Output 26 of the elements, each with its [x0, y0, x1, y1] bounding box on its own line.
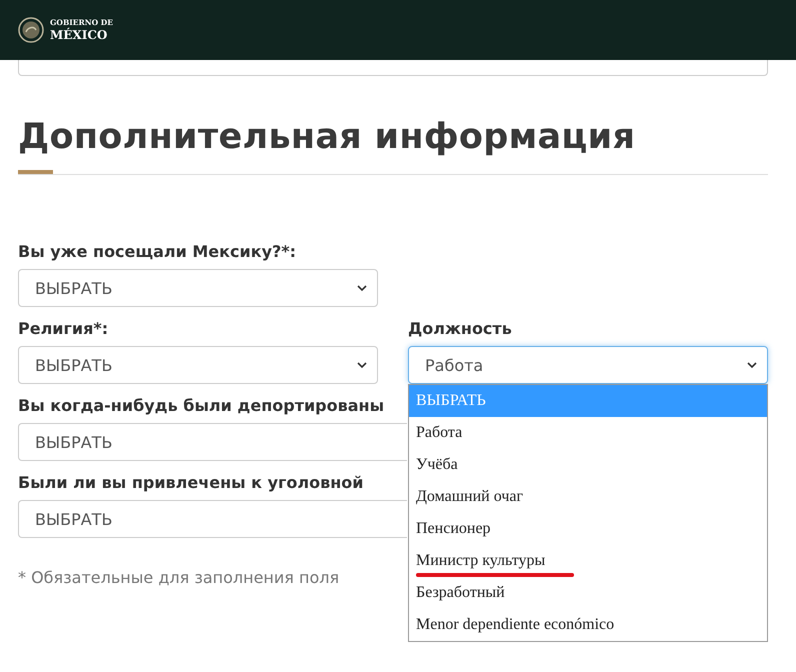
logo-title: MÉXICO — [50, 28, 108, 41]
dropdown-option[interactable]: Безработный — [409, 577, 767, 609]
select-field[interactable]: ВЫБРАТЬ — [18, 346, 378, 384]
select-field[interactable]: ВЫБРАТЬ — [18, 500, 407, 538]
field-label: Должность — [408, 319, 512, 339]
dropdown-option[interactable]: Министр культуры — [409, 545, 767, 577]
dropdown-option[interactable]: Пенсионер — [409, 513, 767, 545]
chevron-down-icon — [357, 362, 367, 368]
accent-bar — [18, 170, 53, 174]
chevron-down-icon — [747, 362, 757, 368]
select-field[interactable]: ВЫБРАТЬ — [18, 423, 407, 461]
field-label: Религия*: — [18, 319, 108, 339]
select-field[interactable]: ВЫБРАТЬ — [18, 269, 378, 307]
field-label: Вы когда-нибудь были депортированы — [18, 396, 384, 416]
dropdown-option[interactable]: Учёба — [409, 449, 767, 481]
dropdown-option[interactable]: Домашний очаг — [409, 481, 767, 513]
section-title: Дополнительная информация — [18, 116, 636, 158]
field-label: Были ли вы привлечены к уголовной — [18, 473, 364, 493]
field-label: Вы уже посещали Мексику?*: — [18, 242, 296, 262]
select-field[interactable]: Работа — [408, 346, 768, 384]
dropdown-option[interactable]: Работа — [409, 417, 767, 449]
footnote-text: * Обязательные для заполнения поля — [18, 568, 340, 587]
dropdown-option[interactable]: Menor dependiente económico — [409, 609, 767, 641]
chevron-down-icon — [357, 284, 367, 292]
input-field[interactable] — [18, 60, 768, 76]
emblem-icon — [18, 17, 44, 43]
